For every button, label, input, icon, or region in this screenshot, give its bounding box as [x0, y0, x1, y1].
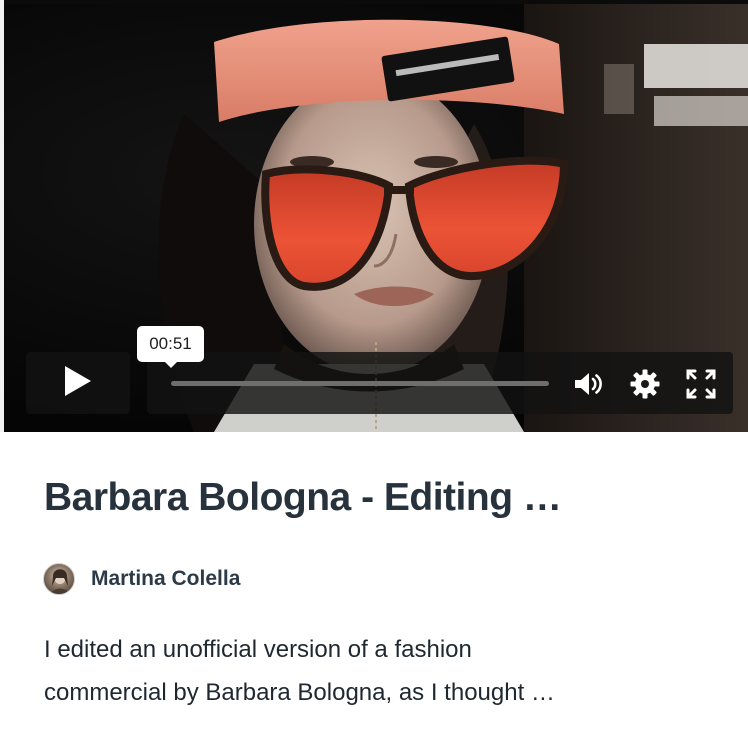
description-line-1: I edited an unofficial version of a fash… [44, 636, 472, 663]
gear-icon[interactable] [629, 368, 661, 400]
author-link[interactable]: Martina Colella [43, 563, 240, 595]
video-card: 00:51 Barbara Bologna - Editing … Martin… [0, 0, 748, 734]
avatar[interactable] [43, 563, 75, 595]
video-player[interactable]: 00:51 [0, 0, 748, 432]
progress-bar[interactable] [171, 381, 549, 386]
description-line-2: commercial by Barbara Bologna, as I thou… [44, 679, 555, 706]
player-control-bar [147, 352, 733, 414]
play-button[interactable] [26, 352, 130, 414]
post-title[interactable]: Barbara Bologna - Editing … [44, 476, 704, 520]
time-tooltip: 00:51 [137, 326, 204, 368]
volume-icon[interactable] [572, 368, 604, 400]
play-icon [63, 365, 93, 402]
author-name[interactable]: Martina Colella [91, 567, 240, 591]
fullscreen-icon[interactable] [685, 368, 717, 400]
post-description: I edited an unofficial version of a fash… [44, 628, 694, 714]
